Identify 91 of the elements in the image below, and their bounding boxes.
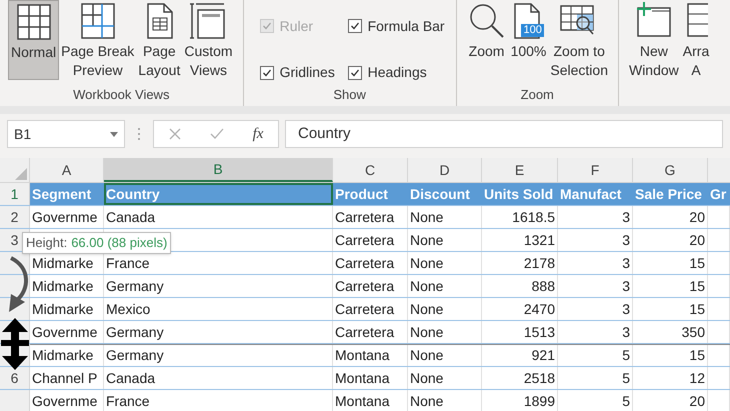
table-cell: 3 bbox=[558, 229, 633, 251]
zoom-badge: 100 bbox=[521, 24, 544, 37]
group-label: Workbook Views bbox=[72, 87, 170, 104]
column-header[interactable]: G bbox=[633, 158, 708, 182]
name-box[interactable]: B1 bbox=[7, 120, 125, 148]
formula-field[interactable]: Country bbox=[285, 120, 723, 148]
table-cell: Carretera bbox=[333, 321, 408, 343]
ribbon-button[interactable]: Zoom bbox=[464, 0, 509, 80]
table-cell: 3 bbox=[558, 252, 633, 274]
table-cell: 15 bbox=[633, 252, 708, 274]
table-cell: Governme bbox=[30, 390, 104, 411]
table-cell: Montana bbox=[333, 390, 408, 411]
table-cell: 5 bbox=[558, 390, 633, 411]
table-cell: 3 bbox=[558, 275, 633, 297]
table-cell: None bbox=[408, 252, 482, 274]
table-cell: 888 bbox=[482, 275, 558, 297]
table-cell: None bbox=[408, 390, 482, 411]
table-cell: None bbox=[408, 321, 482, 343]
table-cell: 3 bbox=[558, 321, 633, 343]
table-cell: 2518 bbox=[482, 367, 558, 389]
table-cell: Governme bbox=[30, 321, 104, 343]
table-cell: Governme bbox=[30, 206, 104, 228]
header-cell: Sale Price bbox=[633, 183, 708, 205]
row-header[interactable]: 6 bbox=[0, 367, 30, 389]
column-header[interactable]: D bbox=[408, 158, 482, 182]
ribbon-button[interactable]: Normal bbox=[8, 0, 60, 80]
table-cell: Carretera bbox=[333, 275, 408, 297]
table-cell: Montana bbox=[333, 367, 408, 389]
column-header[interactable]: C bbox=[333, 158, 408, 182]
table-cell: None bbox=[408, 298, 482, 320]
table-cell: France bbox=[104, 390, 333, 411]
table-cell: Carretera bbox=[333, 252, 408, 274]
table-cell: None bbox=[408, 206, 482, 228]
table-cell: None bbox=[408, 275, 482, 297]
table-cell: None bbox=[408, 367, 482, 389]
table-cell: Carretera bbox=[333, 298, 408, 320]
table-cell: 12 bbox=[633, 367, 708, 389]
table-cell: 5 bbox=[558, 367, 633, 389]
table-cell: 15 bbox=[633, 298, 708, 320]
checkbox[interactable]: Formula Bar bbox=[348, 12, 448, 40]
group-label: Zoom bbox=[520, 87, 555, 104]
table-cell: Canada bbox=[104, 367, 333, 389]
checkbox[interactable]: Gridlines bbox=[260, 58, 348, 87]
ribbon-button[interactable]: Arra A bbox=[680, 0, 712, 80]
ribbon-button[interactable]: Zoom to Selection bbox=[548, 0, 610, 80]
header-cell: Country bbox=[104, 183, 333, 205]
table-cell: Mexico bbox=[104, 298, 333, 320]
header-cell: Gr bbox=[708, 183, 730, 205]
column-header[interactable]: F bbox=[558, 158, 633, 182]
table-cell: Germany bbox=[104, 275, 333, 297]
ribbon-button[interactable]: Custom Views bbox=[182, 0, 235, 80]
group-label: Show bbox=[332, 87, 367, 104]
table-cell: 2470 bbox=[482, 298, 558, 320]
column-header[interactable]: B bbox=[104, 158, 333, 182]
checkbox[interactable]: Headings bbox=[348, 58, 448, 87]
table-cell: Germany bbox=[104, 321, 333, 343]
insert-function-button[interactable]: fx bbox=[252, 122, 264, 146]
header-cell: Units Sold bbox=[482, 183, 558, 205]
header-cell: Product bbox=[333, 183, 408, 205]
table-cell: None bbox=[408, 229, 482, 251]
table-cell: 1513 bbox=[482, 321, 558, 343]
ribbon-button[interactable]: Page Layout bbox=[136, 0, 182, 80]
row-resize-cursor-icon bbox=[1, 318, 29, 370]
column-header[interactable]: E bbox=[482, 158, 558, 182]
row-header[interactable]: 2 bbox=[0, 206, 30, 228]
ribbon-button[interactable]: 100 100% bbox=[508, 0, 548, 80]
dropdown-caret-icon bbox=[110, 132, 118, 136]
table-cell: Midmarke bbox=[30, 275, 104, 297]
table-cell: Channel P bbox=[30, 367, 104, 389]
table-cell: 20 bbox=[633, 390, 708, 411]
table-cell: 20 bbox=[633, 206, 708, 228]
tooltip-value: 66.00 (88 pixels) bbox=[71, 234, 168, 252]
ribbon-button[interactable]: New Window bbox=[626, 0, 681, 80]
header-cell: Segment bbox=[30, 183, 104, 205]
table-cell: Midmarke bbox=[30, 298, 104, 320]
table-cell: 1899 bbox=[482, 390, 558, 411]
ribbon-button[interactable]: Page Break Preview bbox=[59, 0, 136, 80]
table-cell: 1618.5 bbox=[482, 206, 558, 228]
table-cell: 15 bbox=[633, 275, 708, 297]
row-header[interactable]: 1 bbox=[0, 183, 30, 205]
table-cell: 1321 bbox=[482, 229, 558, 251]
table-cell: 2178 bbox=[482, 252, 558, 274]
table-cell: Carretera bbox=[333, 206, 408, 228]
table-cell: 3 bbox=[558, 206, 633, 228]
table-cell: 350 bbox=[633, 321, 708, 343]
table-cell: 3 bbox=[558, 298, 633, 320]
table-cell: Canada bbox=[104, 206, 333, 228]
header-cell: Manufact bbox=[558, 183, 633, 205]
table-cell: 20 bbox=[633, 229, 708, 251]
header-cell: Discount bbox=[408, 183, 482, 205]
table-cell: Carretera bbox=[333, 229, 408, 251]
